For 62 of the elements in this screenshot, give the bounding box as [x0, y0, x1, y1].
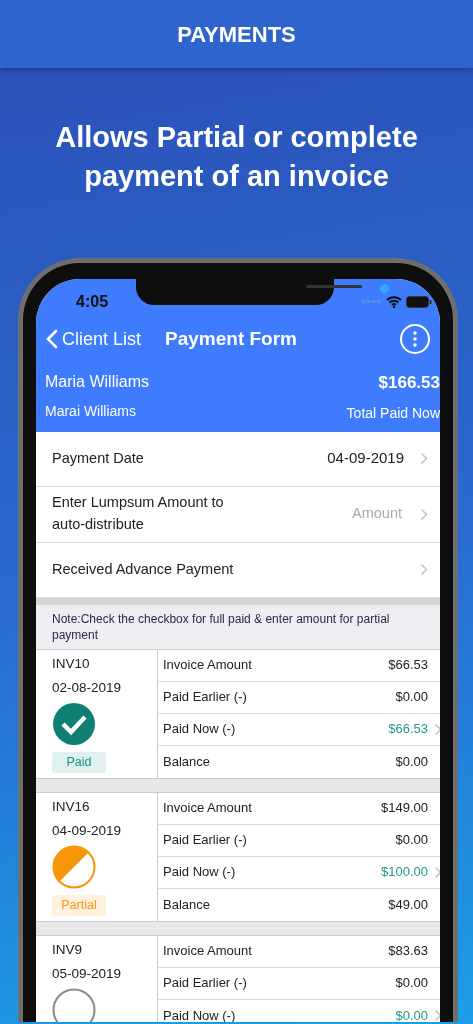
note-text: Note:Check the checkbox for full paid & enter amount for partial payment — [36, 604, 440, 650]
total-label: Total Paid Now — [346, 403, 440, 423]
form-row[interactable]: Received Advance Payment — [36, 542, 440, 598]
chevron-icon — [420, 452, 428, 465]
camera-icon — [380, 284, 389, 293]
row-label: Paid Now (-) — [163, 720, 236, 739]
screen-title: Payment Form — [165, 326, 297, 351]
form-row[interactable]: Payment Date 04-09-2019 — [36, 431, 440, 487]
total-amount: $166.53 — [377, 372, 440, 394]
more-icon — [413, 331, 417, 347]
row-label: Balance — [163, 752, 210, 771]
amount-value[interactable]: $100.00 — [381, 862, 428, 882]
chevron-icon — [420, 507, 428, 521]
row-value: $49.00 — [388, 895, 428, 914]
row-label: Paid Now (-) — [163, 1006, 236, 1022]
row-value: $83.63 — [388, 942, 428, 961]
field-label: Payment Date — [52, 448, 144, 468]
headline: Allows Partial or complete payment of an invoice — [54, 120, 419, 194]
row-value: $0.00 — [395, 974, 428, 993]
amount-value[interactable]: $0.00 — [395, 1005, 428, 1022]
row-label: Balance — [163, 895, 210, 914]
wifi-icon — [386, 296, 402, 308]
row-value: $0.00 — [395, 688, 428, 707]
invoice-number: INV9 — [52, 940, 83, 959]
chevron-icon — [420, 563, 428, 576]
chevron-icon — [434, 1009, 440, 1022]
invoice-date: 02-08-2019 — [52, 678, 123, 697]
back-button[interactable]: Client List — [46, 325, 142, 353]
row-value: $149.00 — [381, 799, 428, 818]
check-circle-icon[interactable] — [52, 702, 96, 746]
banner-title: PAYMENTS — [177, 20, 296, 49]
invoice-date: 04-09-2019 — [52, 821, 123, 840]
back-chevron-icon — [46, 329, 58, 349]
chevron-icon — [434, 865, 440, 879]
field-label: Enter Lumpsum Amount to auto-distribute — [52, 493, 225, 534]
field-value: 04-09-2019 — [327, 448, 404, 469]
amount-field[interactable]: Amount — [324, 502, 404, 526]
row-label: Paid Earlier (-) — [163, 688, 247, 707]
row-label: Invoice Amount — [163, 942, 252, 961]
row-label: Paid Earlier (-) — [163, 974, 247, 993]
row-value: $0.00 — [395, 831, 428, 850]
invoice-date: 05-09-2019 — [52, 964, 123, 983]
invoice-number: INV10 — [52, 654, 91, 673]
chevron-icon — [434, 722, 440, 736]
half-circle-icon[interactable] — [52, 845, 96, 889]
more-button[interactable] — [400, 324, 430, 354]
row-value: $66.53 — [388, 656, 428, 675]
status-time: 4:05 — [76, 292, 109, 312]
row-label: Paid Earlier (-) — [163, 831, 247, 850]
row-label: Paid Now (-) — [163, 863, 236, 882]
row-value: $0.00 — [395, 752, 428, 771]
client-subname: Marai Williams — [45, 402, 137, 421]
status-label: Partial — [52, 895, 106, 916]
battery-icon — [406, 296, 432, 308]
invoice-number: INV16 — [52, 797, 91, 816]
field-label: Received Advance Payment — [52, 559, 234, 579]
client-name: Maria Williams — [45, 372, 149, 392]
status-label: Paid — [52, 752, 106, 773]
row-label: Invoice Amount — [163, 656, 252, 675]
form-row[interactable]: Enter Lumpsum Amount to auto-distribute Amount — [36, 486, 440, 543]
row-label: Invoice Amount — [163, 799, 252, 818]
amount-value[interactable]: $66.53 — [388, 719, 428, 739]
